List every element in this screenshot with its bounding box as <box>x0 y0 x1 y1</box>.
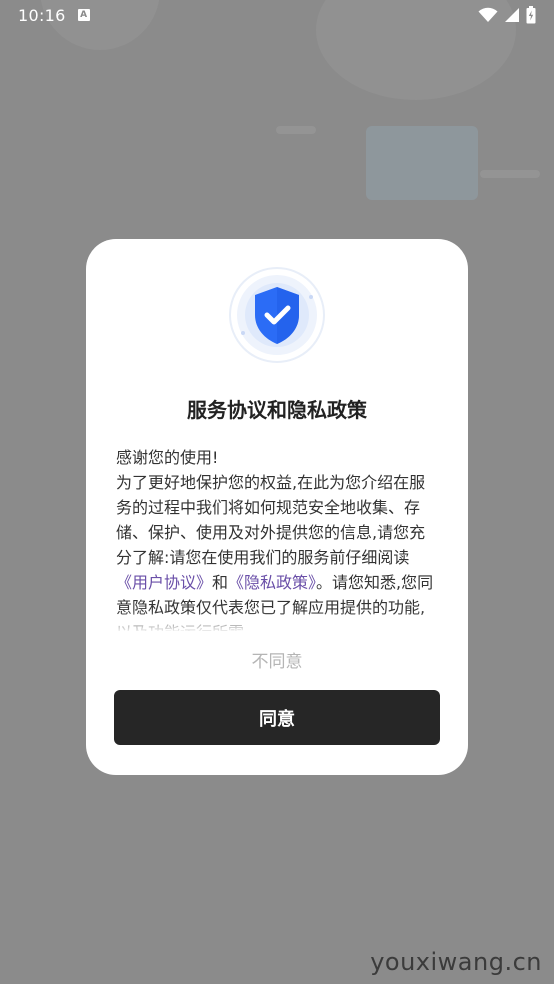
agree-button-label: 同意 <box>259 708 295 730</box>
agreement-text: 感谢您的使用! 为了更好地保护您的权益,在此为您介绍在服务的过程中我们将如何规范… <box>116 445 438 631</box>
signal-icon <box>505 8 519 22</box>
status-time: 10:16 <box>18 5 66 25</box>
background-line <box>480 170 540 178</box>
shield-badge <box>229 267 325 363</box>
status-bar: 10:16 A <box>0 0 554 30</box>
agree-button[interactable]: 同意 <box>114 690 440 745</box>
shield-check-icon <box>229 267 325 363</box>
privacy-dialog: 服务协议和隐私政策 感谢您的使用! 为了更好地保护您的权益,在此为您介绍在服务的… <box>86 239 468 775</box>
dialog-title: 服务协议和隐私政策 <box>187 398 367 422</box>
background-line <box>276 126 316 134</box>
user-agreement-link[interactable]: 《用户协议》 <box>116 573 212 592</box>
notification-a-icon: A <box>77 9 90 21</box>
background-card <box>366 126 478 200</box>
privacy-policy-link[interactable]: 《隐私政策》 <box>228 573 316 592</box>
paragraph-text: 为了更好地保护您的权益,在此为您介绍在服务的过程中我们将如何规范安全地收集、存储… <box>116 473 426 567</box>
status-left: 10:16 A <box>18 6 90 25</box>
and-text: 和 <box>212 573 229 592</box>
disagree-button[interactable]: 不同意 <box>86 647 468 672</box>
watermark: youxiwang.cn <box>370 948 542 976</box>
agreement-paragraph: 为了更好地保护您的权益,在此为您介绍在服务的过程中我们将如何规范安全地收集、存储… <box>116 470 438 631</box>
battery-icon <box>526 6 536 24</box>
screen: 10:16 A 服务协议和隐私政策 感谢您的使用! 为了更好地保护您的权益,在此… <box>0 0 554 984</box>
greeting-text: 感谢您的使用! <box>116 448 219 467</box>
status-right <box>478 6 536 24</box>
wifi-icon <box>478 7 498 22</box>
